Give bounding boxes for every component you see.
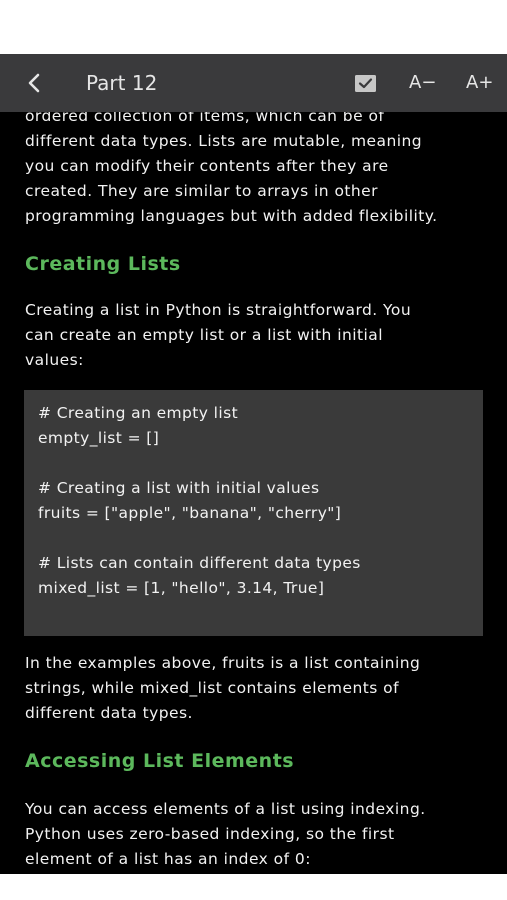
paragraph-line: you can modify their contents after they… — [25, 157, 389, 175]
paragraph-line: You can access elements of a list using … — [25, 800, 426, 818]
accessing-paragraph: You can access elements of a list using … — [25, 797, 495, 872]
article-content[interactable]: ordered collection of items, which can b… — [0, 54, 507, 874]
paragraph-line: programming languages but with added fle… — [25, 207, 438, 225]
paragraph-line: can create an empty list or a list with … — [25, 326, 383, 344]
top-navigation-bar: Part 12 A− A+ — [0, 54, 507, 112]
bookmark-check-icon — [355, 75, 376, 92]
heading-creating-lists: Creating Lists — [25, 253, 181, 275]
paragraph-line: element of a list has an index of 0: — [25, 850, 311, 868]
code-block: # Creating an empty list empty_list = []… — [24, 390, 483, 636]
paragraph-line: In the examples above, fruits is a list … — [25, 654, 421, 672]
paragraph-line: values: — [25, 351, 84, 369]
paragraph-line: different data types. Lists are mutable,… — [25, 132, 423, 150]
bookmark-button[interactable] — [354, 74, 378, 94]
code-line: # Creating an empty list — [38, 404, 239, 422]
paragraph-line: Creating a list in Python is straightfor… — [25, 301, 412, 319]
intro-paragraph: ordered collection of items, which can b… — [25, 104, 495, 229]
examples-paragraph: In the examples above, fruits is a list … — [25, 651, 495, 726]
creating-paragraph: Creating a list in Python is straightfor… — [25, 298, 495, 373]
paragraph-line: Python uses zero-based indexing, so the … — [25, 825, 395, 843]
code-line: fruits = ["apple", "banana", "cherry"] — [38, 504, 342, 522]
paragraph-line: created. They are similar to arrays in o… — [25, 182, 378, 200]
chevron-left-icon — [28, 73, 40, 93]
code-line: mixed_list = [1, "hello", 3.14, True] — [38, 579, 325, 597]
heading-accessing-list-elements: Accessing List Elements — [25, 750, 295, 772]
back-button[interactable] — [22, 68, 50, 98]
reader-screen: ordered collection of items, which can b… — [0, 54, 507, 874]
code-line: # Creating a list with initial values — [38, 479, 320, 497]
increase-font-button[interactable]: A+ — [466, 71, 493, 95]
decrease-font-button[interactable]: A− — [409, 71, 436, 95]
paragraph-line: different data types. — [25, 704, 193, 722]
code-line: # Lists can contain different data types — [38, 554, 361, 572]
code-line: empty_list = [] — [38, 429, 160, 447]
chapter-title: Part 12 — [86, 71, 158, 95]
paragraph-line: strings, while mixed_list contains eleme… — [25, 679, 400, 697]
